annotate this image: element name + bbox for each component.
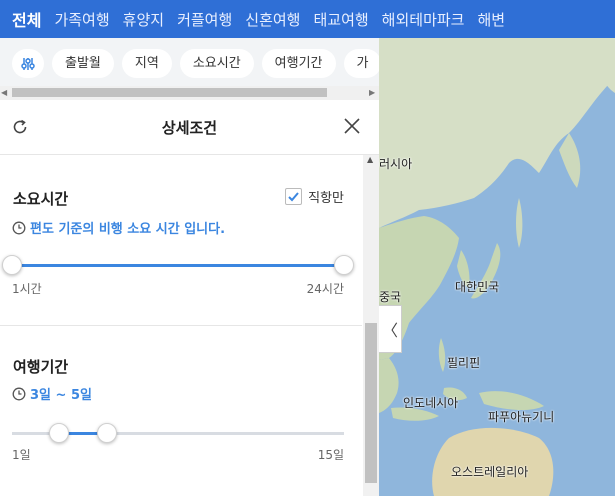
checkbox-box[interactable] (285, 188, 303, 205)
panel-scroll-thumb[interactable] (365, 323, 377, 483)
map-terrain (379, 38, 615, 496)
flight-time-max-label: 24시간 (306, 282, 344, 296)
chip-flight-time[interactable]: 소요시간 (179, 49, 254, 78)
tab-beach[interactable]: 해변 (464, 9, 505, 30)
trip-length-max-label: 15일 (317, 448, 344, 462)
chevron-left-icon: 〈 (381, 321, 398, 340)
tab-all[interactable]: 전체 (0, 7, 41, 31)
tab-babymoon[interactable]: 태교여행 (300, 9, 368, 30)
trip-length-section: 여행기간 3일 ~ 5일 1일 15일 (0, 326, 362, 496)
direct-only-label: 직항만 (308, 191, 344, 206)
scroll-right-arrow-icon[interactable]: ▶ (369, 88, 375, 97)
flight-time-slider-fill (12, 264, 344, 267)
tab-theme-park[interactable]: 해외테마파크 (369, 9, 465, 30)
chip-departure-month[interactable]: 출발월 (52, 49, 114, 78)
chip-row-scroll-thumb[interactable] (12, 88, 327, 97)
map-view[interactable]: 러시아 중국 대한민국 필리핀 인도네시아 파푸아뉴기니 오스트레일리아 (379, 38, 615, 496)
flight-time-title: 소요시간 (13, 190, 69, 208)
sliders-icon (21, 57, 35, 70)
flight-time-section: 소요시간 직항만 편도 기준의 비행 소요 시간 입니다. 1시간 24시간 (0, 156, 362, 326)
chip-more[interactable]: 가 (343, 49, 379, 78)
trip-length-min-label: 1일 (12, 448, 31, 462)
tab-family-trip[interactable]: 가족여행 (41, 9, 109, 30)
trip-length-range-text: 3일 ~ 5일 (30, 388, 92, 403)
detail-conditions-panel: 상세조건 소요시간 직항만 편도 기준의 비행 소요 시간 입니다. 1시간 2… (0, 100, 379, 496)
check-icon (288, 192, 299, 202)
collapse-panel-button[interactable]: 〈 (379, 305, 402, 353)
map-label-korea: 대한민국 (455, 280, 500, 294)
flight-time-min-handle[interactable] (2, 255, 22, 275)
filter-chip-row: 출발월 지역 소요시간 여행기간 가 (0, 38, 379, 90)
trip-length-min-handle[interactable] (49, 423, 70, 443)
trip-length-range: 3일 ~ 5일 (12, 384, 92, 403)
tab-honeymoon[interactable]: 신혼여행 (232, 9, 300, 30)
map-label-papua-new-guinea: 파푸아뉴기니 (488, 410, 555, 424)
chip-row-scrollbar[interactable]: ◀ ▶ (0, 86, 379, 100)
chip-region[interactable]: 지역 (121, 49, 172, 78)
clock-icon (12, 387, 26, 400)
flight-time-hint: 편도 기준의 비행 소요 시간 입니다. (12, 218, 225, 237)
chip-trip-length[interactable]: 여행기간 (261, 49, 336, 78)
trip-length-title: 여행기간 (13, 358, 69, 376)
panel-title: 상세조건 (161, 118, 218, 137)
filter-settings-button[interactable] (12, 49, 44, 78)
scroll-left-arrow-icon[interactable]: ◀ (1, 88, 7, 97)
trip-length-max-handle[interactable] (96, 423, 117, 443)
refresh-icon[interactable] (11, 118, 29, 136)
direct-only-checkbox[interactable]: 직항만 (285, 187, 344, 206)
tab-resort[interactable]: 휴양지 (110, 9, 164, 30)
category-tab-bar: 전체 가족여행 휴양지 커플여행 신혼여행 태교여행 해외테마파크 해변 (0, 0, 615, 38)
clock-icon (12, 221, 26, 234)
map-label-russia: 러시아 (379, 157, 413, 171)
panel-header: 상세조건 (0, 100, 379, 155)
map-label-philippines: 필리핀 (447, 356, 481, 370)
map-label-australia: 오스트레일리아 (451, 465, 529, 479)
flight-time-hint-text: 편도 기준의 비행 소요 시간 입니다. (30, 222, 226, 237)
flight-time-max-handle[interactable] (334, 255, 354, 275)
map-label-china: 중국 (379, 290, 402, 304)
map-label-indonesia: 인도네시아 (403, 396, 459, 410)
panel-scrollbar[interactable]: ▲ (363, 155, 379, 496)
flight-time-min-label: 1시간 (12, 282, 42, 296)
scroll-up-arrow-icon[interactable]: ▲ (367, 155, 373, 164)
close-icon[interactable] (343, 117, 361, 135)
tab-couple-trip[interactable]: 커플여행 (164, 9, 232, 30)
